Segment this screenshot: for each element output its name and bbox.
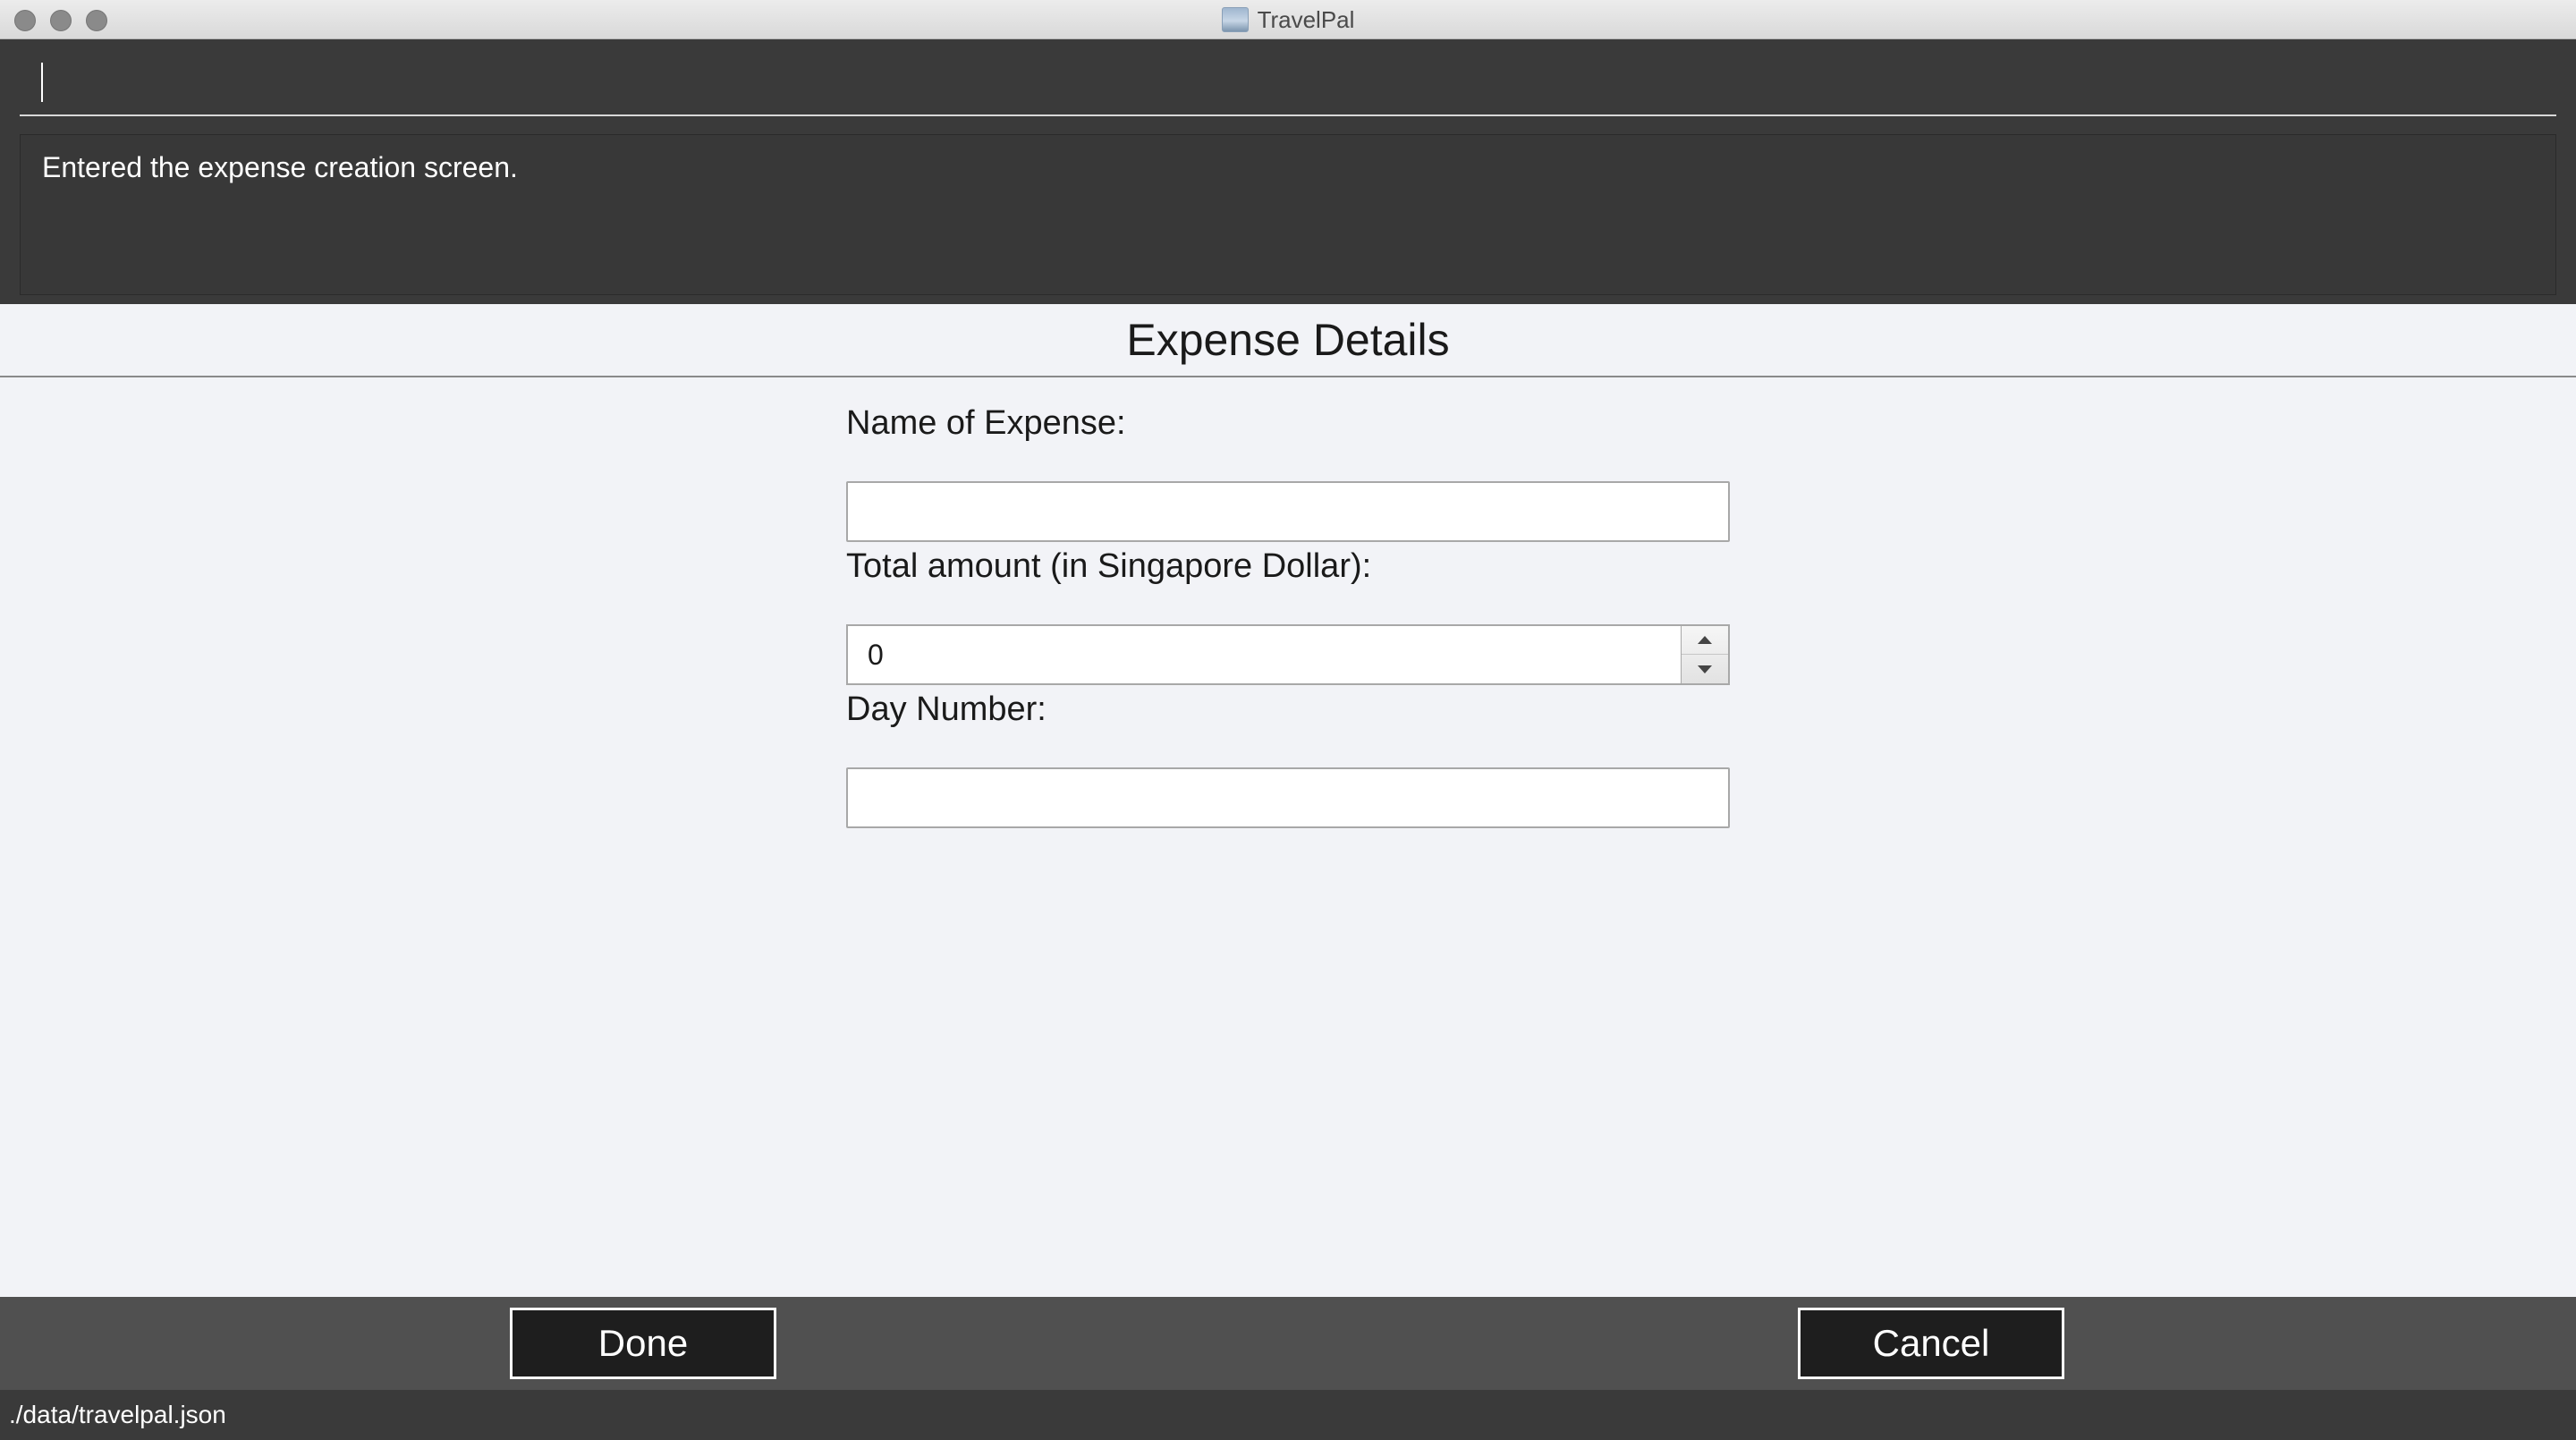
day-number-input[interactable] [846,767,1730,828]
text-caret [41,63,43,102]
decrement-button[interactable] [1682,655,1728,683]
amount-spinner [1682,624,1730,685]
window-title: TravelPal [0,0,2576,39]
section-title: Expense Details [0,304,2576,377]
command-input[interactable] [20,52,2556,116]
chevron-up-icon [1698,636,1712,644]
command-area: Entered the expense creation screen. [0,39,2576,304]
expense-name-label: Name of Expense: [846,404,1126,442]
status-bar: ./data/travelpal.json [0,1390,2576,1440]
main-content: Expense Details Name of Expense: Total a… [0,304,2576,1297]
app-icon [1221,7,1249,32]
save-location-path: ./data/travelpal.json [9,1401,226,1428]
window-title-bar: TravelPal [0,0,2576,39]
cancel-button[interactable]: Cancel [1798,1308,2064,1379]
result-display: Entered the expense creation screen. [20,134,2556,295]
result-message: Entered the expense creation screen. [42,151,518,183]
total-amount-label: Total amount (in Singapore Dollar): [846,547,1372,585]
increment-button[interactable] [1682,626,1728,655]
chevron-down-icon [1698,665,1712,673]
button-bar: Done Cancel [0,1297,2576,1390]
day-number-label: Day Number: [846,690,1046,728]
window-title-text: TravelPal [1257,5,1355,33]
done-button[interactable]: Done [510,1308,776,1379]
total-amount-input[interactable] [846,624,1682,685]
expense-name-input[interactable] [846,481,1730,542]
